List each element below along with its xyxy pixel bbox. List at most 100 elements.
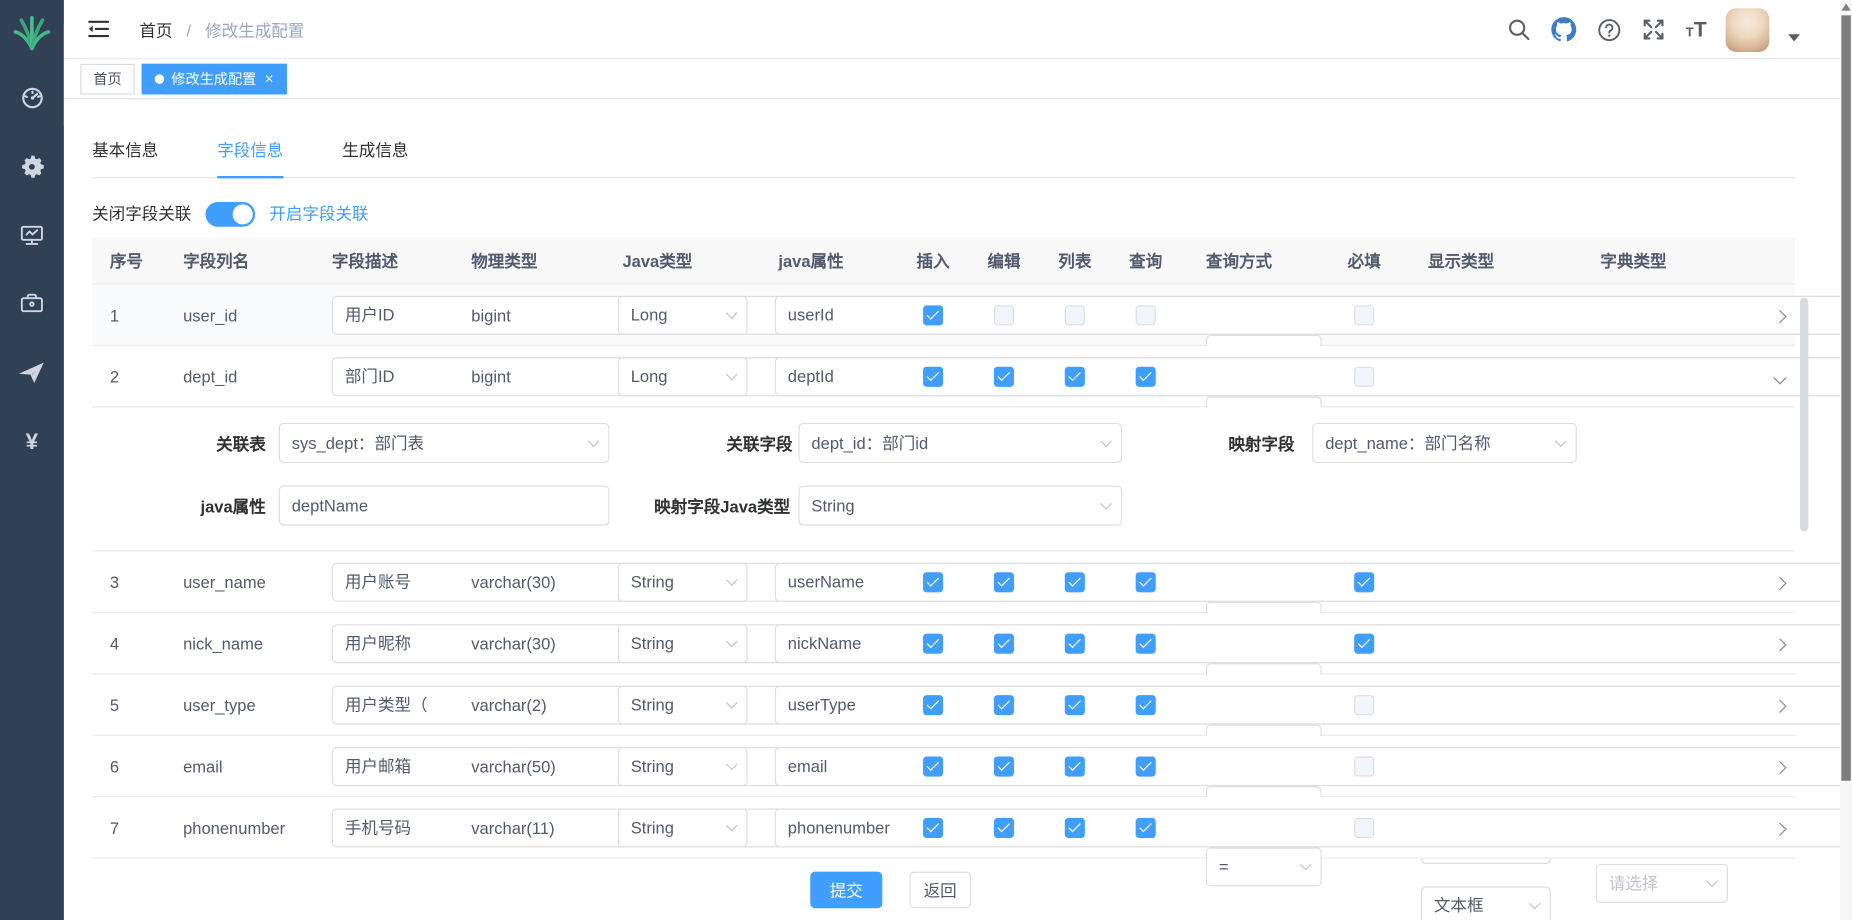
query-checkbox[interactable] bbox=[1136, 572, 1156, 592]
search-icon[interactable] bbox=[1506, 17, 1532, 43]
close-icon[interactable]: × bbox=[265, 71, 274, 86]
chevron-down-icon[interactable] bbox=[1788, 34, 1800, 41]
list-checkbox[interactable] bbox=[1065, 572, 1085, 592]
chevron-down-icon bbox=[1706, 875, 1718, 887]
display-type-select[interactable]: 文本框 bbox=[1421, 886, 1551, 920]
edit-checkbox[interactable] bbox=[994, 817, 1014, 837]
list-checkbox[interactable] bbox=[1065, 305, 1085, 325]
page-scrollbar[interactable] bbox=[1840, 0, 1852, 920]
relation-toggle-label: 关闭字段关联 bbox=[92, 202, 191, 226]
expand-chevron[interactable] bbox=[1775, 572, 1784, 591]
sidebar-item-job[interactable] bbox=[0, 340, 64, 409]
assoc-field-select[interactable]: dept_id：部门id bbox=[798, 423, 1122, 463]
table-scrollbar-thumb[interactable] bbox=[1800, 298, 1808, 532]
insert-checkbox[interactable] bbox=[923, 756, 943, 776]
java-type-select[interactable]: Long bbox=[618, 295, 748, 334]
fullscreen-icon[interactable] bbox=[1641, 17, 1667, 43]
breadcrumb-home[interactable]: 首页 bbox=[139, 21, 172, 40]
tab-basic-info[interactable]: 基本信息 bbox=[92, 138, 158, 176]
row-number: 4 bbox=[110, 634, 119, 653]
insert-checkbox[interactable] bbox=[923, 817, 943, 837]
list-checkbox[interactable] bbox=[1065, 366, 1085, 386]
tab-field-info[interactable]: 字段信息 bbox=[217, 138, 283, 178]
map-field-select[interactable]: dept_name：部门名称 bbox=[1312, 423, 1577, 463]
scroll-up-icon[interactable] bbox=[1841, 4, 1850, 11]
edit-checkbox[interactable] bbox=[994, 756, 1014, 776]
logo-plant-icon[interactable] bbox=[11, 0, 54, 66]
sidebar-item-monitor[interactable] bbox=[0, 203, 64, 272]
physical-type: varchar(30) bbox=[471, 634, 556, 653]
required-checkbox[interactable] bbox=[1354, 756, 1374, 776]
insert-checkbox[interactable] bbox=[923, 572, 943, 592]
query-checkbox[interactable] bbox=[1136, 633, 1156, 653]
expand-chevron[interactable] bbox=[1775, 818, 1784, 837]
insert-checkbox[interactable] bbox=[923, 305, 943, 325]
list-checkbox[interactable] bbox=[1065, 756, 1085, 776]
query-checkbox[interactable] bbox=[1136, 817, 1156, 837]
avatar[interactable] bbox=[1726, 8, 1770, 52]
github-icon[interactable] bbox=[1551, 17, 1577, 43]
java-type-select[interactable]: Long bbox=[618, 357, 748, 396]
content: 基本信息 字段信息 生成信息 关闭字段关联 开启字段关联 序号 字段列名 字段描… bbox=[64, 99, 1852, 920]
navbar: 首页 / 修改生成配置 bbox=[64, 0, 1852, 59]
sidebar-item-system[interactable] bbox=[0, 135, 64, 204]
list-checkbox[interactable] bbox=[1065, 694, 1085, 714]
page-scrollbar-thumb[interactable] bbox=[1841, 15, 1850, 780]
chevron-down-icon bbox=[1555, 435, 1567, 447]
java-type-select[interactable]: String bbox=[618, 624, 748, 663]
required-checkbox[interactable] bbox=[1354, 817, 1374, 837]
tag-home[interactable]: 首页 bbox=[80, 63, 134, 94]
java-type-select[interactable]: String bbox=[618, 685, 748, 724]
submit-button[interactable]: 提交 bbox=[810, 872, 882, 909]
query-checkbox[interactable] bbox=[1136, 694, 1156, 714]
query-method-select[interactable]: = bbox=[1206, 847, 1322, 886]
map-java-type-select[interactable]: String bbox=[798, 485, 1122, 525]
expansion-java-prop-label: java属性 bbox=[92, 495, 266, 519]
expand-chevron[interactable] bbox=[1775, 367, 1784, 386]
sidebar-item-finance[interactable]: ¥ bbox=[0, 409, 64, 478]
edit-checkbox[interactable] bbox=[994, 572, 1014, 592]
chevron-right-icon bbox=[1773, 638, 1786, 651]
expand-chevron[interactable] bbox=[1775, 634, 1784, 653]
expansion-java-prop-input[interactable] bbox=[279, 485, 610, 525]
sidebar-collapse-icon[interactable] bbox=[87, 18, 109, 46]
font-size-icon[interactable]: TT bbox=[1686, 18, 1707, 40]
navbar-tools: TT bbox=[1506, 0, 1800, 59]
edit-checkbox[interactable] bbox=[994, 694, 1014, 714]
physical-type: varchar(30) bbox=[471, 572, 556, 591]
expand-chevron[interactable] bbox=[1775, 757, 1784, 776]
java-type-select[interactable]: String bbox=[618, 562, 748, 601]
tag-active[interactable]: 修改生成配置 × bbox=[142, 63, 287, 94]
list-checkbox[interactable] bbox=[1065, 817, 1085, 837]
header-dict-type: 字典类型 bbox=[1600, 249, 1666, 273]
expand-chevron[interactable] bbox=[1775, 695, 1784, 714]
query-checkbox[interactable] bbox=[1136, 305, 1156, 325]
java-type-select[interactable]: String bbox=[618, 746, 748, 785]
help-icon[interactable] bbox=[1596, 17, 1622, 43]
assoc-table-select[interactable]: sys_dept：部门表 bbox=[279, 423, 610, 463]
physical-type: varchar(2) bbox=[471, 695, 546, 714]
required-checkbox[interactable] bbox=[1354, 633, 1374, 653]
dict-type-select[interactable]: 请选择 bbox=[1596, 863, 1728, 902]
list-checkbox[interactable] bbox=[1065, 633, 1085, 653]
edit-checkbox[interactable] bbox=[994, 633, 1014, 653]
required-checkbox[interactable] bbox=[1354, 694, 1374, 714]
required-checkbox[interactable] bbox=[1354, 572, 1374, 592]
sidebar-item-tool[interactable] bbox=[0, 272, 64, 341]
relation-toggle-switch[interactable] bbox=[206, 201, 256, 226]
java-type-select[interactable]: String bbox=[618, 808, 748, 847]
edit-checkbox[interactable] bbox=[994, 305, 1014, 325]
insert-checkbox[interactable] bbox=[923, 694, 943, 714]
required-checkbox[interactable] bbox=[1354, 366, 1374, 386]
edit-checkbox[interactable] bbox=[994, 366, 1014, 386]
query-checkbox[interactable] bbox=[1136, 756, 1156, 776]
back-button[interactable]: 返回 bbox=[909, 872, 970, 909]
insert-checkbox[interactable] bbox=[923, 633, 943, 653]
sidebar-item-dashboard[interactable] bbox=[0, 66, 64, 135]
query-checkbox[interactable] bbox=[1136, 366, 1156, 386]
insert-checkbox[interactable] bbox=[923, 366, 943, 386]
required-checkbox[interactable] bbox=[1354, 305, 1374, 325]
expand-chevron[interactable] bbox=[1775, 305, 1784, 324]
tab-generate-info[interactable]: 生成信息 bbox=[342, 138, 408, 176]
relation-toggle-link[interactable]: 开启字段关联 bbox=[269, 202, 368, 226]
